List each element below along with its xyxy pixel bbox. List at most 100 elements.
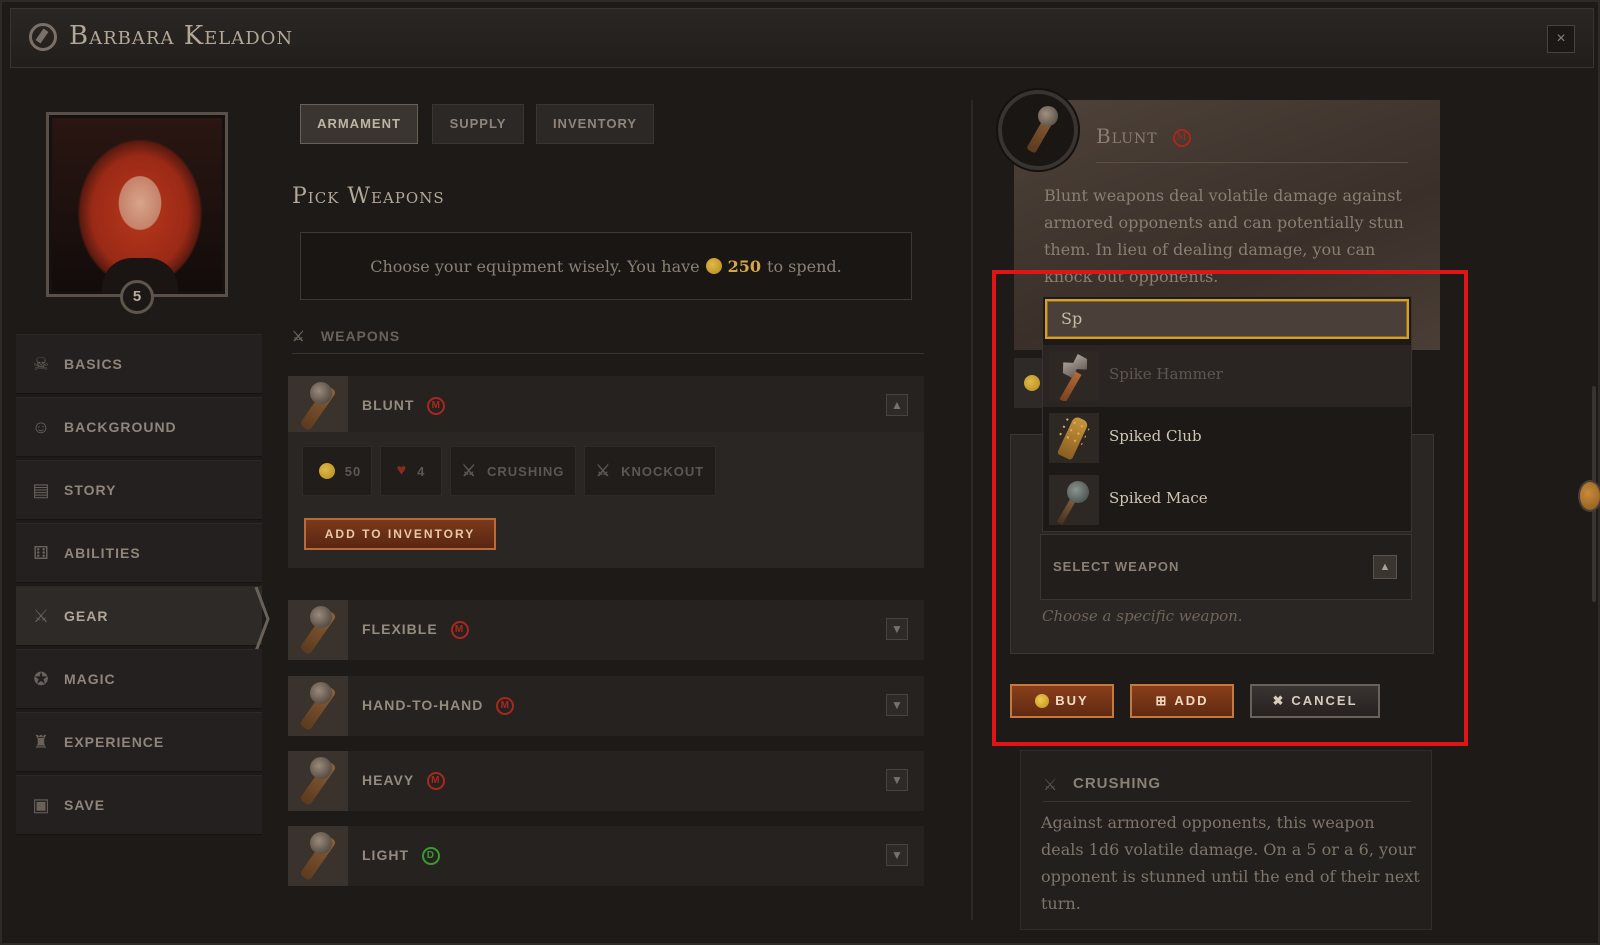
weapon-name: HAND-TO-HAND (362, 697, 484, 713)
blunt-weapon-icon (998, 90, 1078, 170)
sidebar-item-basics[interactable]: ☠ BASICS (16, 334, 262, 394)
tab-inventory[interactable]: INVENTORY (536, 104, 654, 144)
sword-icon: ⚔ (1043, 777, 1058, 794)
divider (1096, 162, 1408, 163)
select-weapon-dropdown[interactable]: SELECT WEAPON ▲ (1040, 534, 1412, 600)
expand-button[interactable]: ▼ (886, 618, 908, 640)
sidebar-item-label: GEAR (64, 608, 109, 624)
dropdown-option-spiked-club[interactable]: Spiked Club (1043, 407, 1411, 469)
sidebar-item-magic[interactable]: ✪ MAGIC (16, 649, 262, 709)
sidebar-item-label: MAGIC (64, 671, 116, 687)
pentagram-icon: ✪ (33, 669, 49, 689)
sidebar-item-background[interactable]: ☺ BACKGROUND (16, 397, 262, 457)
panel-divider (971, 100, 973, 920)
cancel-button[interactable]: ✖ CANCEL (1250, 684, 1380, 718)
buy-button[interactable]: BUY (1010, 684, 1114, 718)
active-nav-indicator (254, 587, 270, 651)
compass-icon (29, 23, 57, 51)
main-panel: ARMAMENT SUPPLY INVENTORY Pick Weapons C… (272, 82, 948, 932)
weapon-row-label: FLEXIBLE M (362, 621, 469, 640)
chevron-up-icon[interactable]: ▲ (1373, 555, 1397, 579)
info-title-text: Blunt (1096, 124, 1158, 148)
skull-icon: ☠ (32, 354, 50, 374)
melee-tag-icon: M (1172, 128, 1191, 147)
close-icon: ✖ (1272, 693, 1286, 708)
sidebar-item-label: BACKGROUND (64, 419, 177, 435)
blunt-weapon-icon (288, 376, 348, 436)
budget-prefix: Choose your equipment wisely. You have (370, 256, 700, 276)
sidebar-item-label: EXPERIENCE (64, 734, 165, 750)
weapon-row-label: HEAVY M (362, 772, 445, 791)
budget-suffix: to spend. (767, 256, 842, 276)
weapon-row-flexible[interactable]: FLEXIBLE M ▼ (288, 600, 924, 660)
trait-chip-crushing[interactable]: ⚔ CRUSHING (450, 446, 576, 496)
trait-description: Against armored opponents, this weapon d… (1041, 813, 1420, 913)
dropdown-option-spiked-mace[interactable]: Spiked Mace (1043, 469, 1411, 531)
sword-icon: ⚔ (32, 606, 50, 626)
expand-button[interactable]: ▼ (886, 844, 908, 866)
dice-icon: ⚅ (33, 543, 49, 563)
weapon-row-label: HAND-TO-HAND M (362, 697, 515, 716)
weapon-row-light[interactable]: LIGHT D ▼ (288, 826, 924, 886)
weapons-section-header: ⚔ WEAPONS (292, 328, 924, 354)
dropdown-option-spike-hammer[interactable]: Spike Hammer (1043, 345, 1411, 407)
weapons-header-label: WEAPONS (320, 328, 401, 344)
scroll-handle[interactable] (1578, 480, 1600, 512)
portrait-frame (46, 112, 228, 297)
weapon-row-label: LIGHT D (362, 847, 440, 866)
weapon-row-heavy[interactable]: HEAVY M ▼ (288, 751, 924, 811)
collapse-button[interactable]: ▲ (886, 394, 908, 416)
character-portrait (52, 118, 222, 294)
spiked-club-icon (1049, 413, 1099, 463)
info-description: Blunt weapons deal volatile damage again… (1044, 186, 1404, 286)
expand-button[interactable]: ▼ (886, 694, 908, 716)
select-weapon-label: SELECT WEAPON (1053, 559, 1180, 574)
sidebar-item-label: SAVE (64, 797, 106, 813)
page-title: Pick Weapons (292, 184, 445, 209)
weapon-row-label: BLUNT M (362, 397, 446, 416)
weapon-name: FLEXIBLE (362, 621, 438, 637)
budget-banner: Choose your equipment wisely. You have 2… (300, 232, 912, 300)
budget-amount: 250 (727, 256, 762, 276)
warhammer-icon (288, 751, 348, 811)
spike-hammer-icon (1049, 351, 1099, 401)
coin-icon (705, 258, 722, 274)
sidebar-item-gear[interactable]: ⚔ GEAR (16, 586, 262, 646)
close-button[interactable]: × (1547, 25, 1575, 53)
distance-tag-icon: D (421, 847, 440, 866)
add-button[interactable]: ⊞ ADD (1130, 684, 1234, 718)
window-title: Barbara Keladon (69, 21, 294, 51)
trait-chip-knockout[interactable]: ⚔ KNOCKOUT (584, 446, 716, 496)
weapon-name: HEAVY (362, 772, 414, 788)
health-chip: ♥ 4 (380, 446, 442, 496)
sidebar-item-label: BASICS (64, 356, 123, 372)
sword-icon: ⚔ (461, 463, 477, 480)
tab-supply[interactable]: SUPPLY (432, 104, 524, 144)
weapon-search-dropdown: Sp Spike Hammer Spiked Club Spiked Mace (1042, 296, 1412, 532)
title-bar: Barbara Keladon × (10, 8, 1594, 68)
add-to-inventory-button[interactable]: ADD TO INVENTORY (304, 518, 496, 550)
heart-icon: ♥ (396, 462, 408, 479)
sidebar-item-experience[interactable]: ♜ EXPERIENCE (16, 712, 262, 772)
trait-card-crushing: ⚔ CRUSHING Against armored opponents, th… (1020, 750, 1432, 930)
cost-chip: 50 (302, 446, 372, 496)
app-window: Barbara Keladon × 5 ☠ BASICS ☺ BACKGROUN… (0, 0, 1600, 945)
sword-icon: ⚔ (292, 328, 306, 344)
weapon-row-hand-to-hand[interactable]: HAND-TO-HAND M ▼ (288, 676, 924, 736)
weapon-row-blunt[interactable]: BLUNT M ▲ (288, 376, 924, 436)
weapon-search-input[interactable]: Sp (1045, 299, 1409, 339)
book-icon: ▤ (32, 480, 50, 500)
coin-icon (1024, 375, 1040, 391)
expand-button[interactable]: ▼ (886, 769, 908, 791)
masks-icon: ☺ (31, 417, 51, 437)
tab-armament[interactable]: ARMAMENT (300, 104, 418, 144)
level-badge: 5 (120, 280, 154, 314)
flail-icon (288, 600, 348, 660)
sidebar-item-story[interactable]: ▤ STORY (16, 460, 262, 520)
weapon-name: BLUNT (362, 397, 415, 413)
sidebar-item-save[interactable]: ▣ SAVE (16, 775, 262, 835)
sidebar: 5 ☠ BASICS ☺ BACKGROUND ▤ STORY ⚅ ABILIT… (16, 82, 270, 932)
sword-icon: ⚔ (595, 463, 612, 480)
sidebar-item-abilities[interactable]: ⚅ ABILITIES (16, 523, 262, 583)
health-value: 4 (417, 463, 426, 479)
